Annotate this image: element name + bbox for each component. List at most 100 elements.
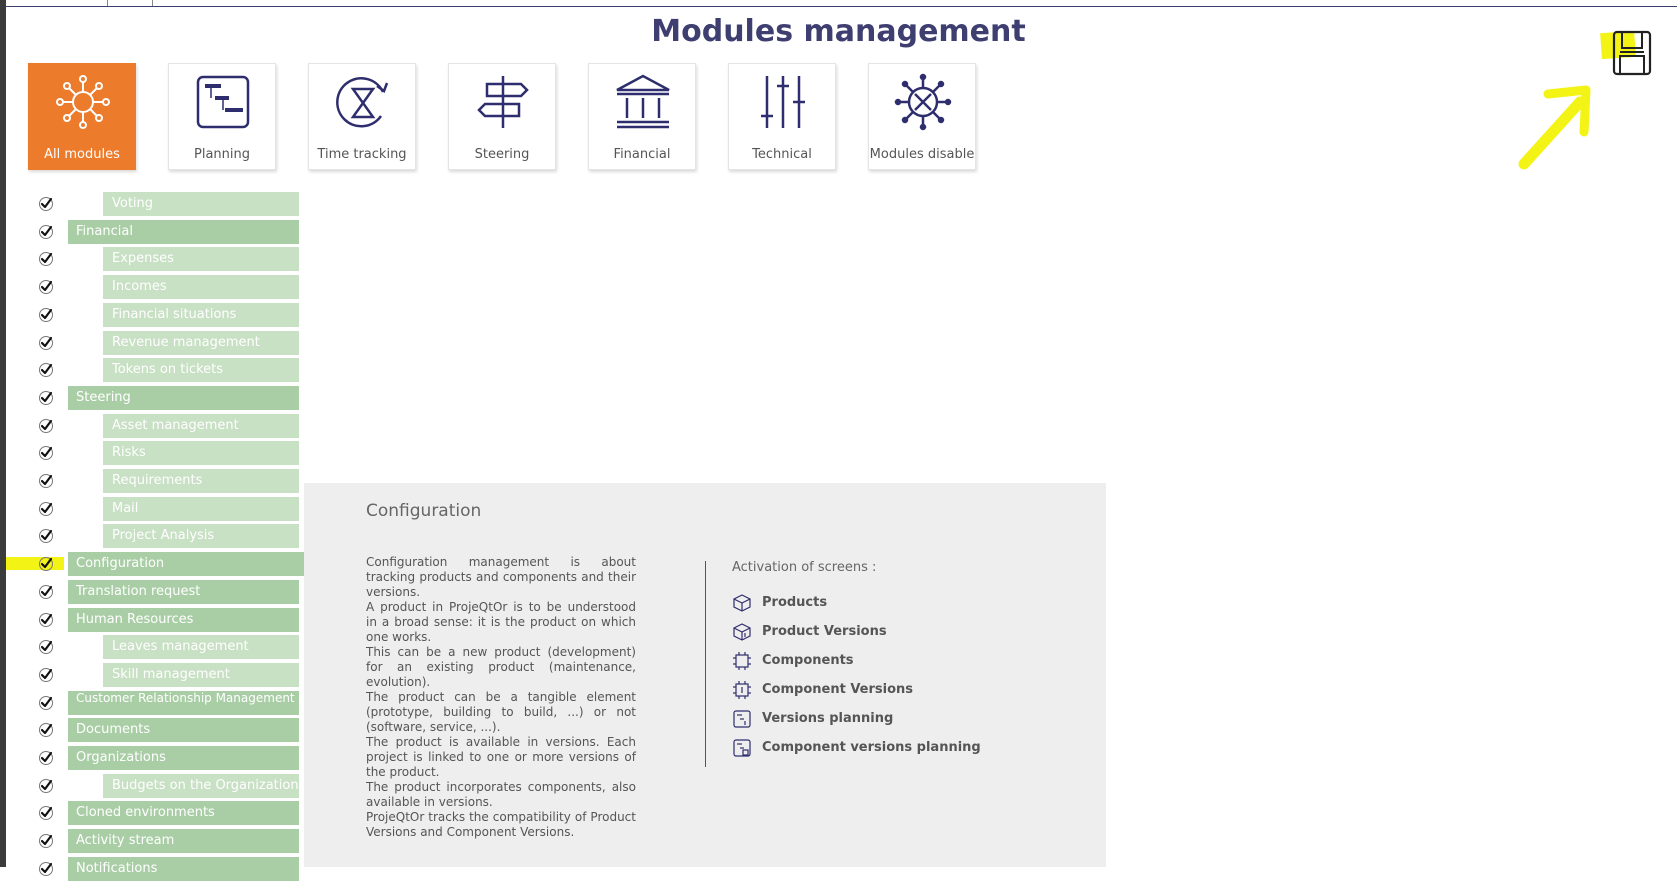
module-toggle-customer-relationship-management[interactable]: Customer Relationship Management xyxy=(68,691,299,715)
module-toggle-requirements[interactable]: Requirements xyxy=(103,469,299,493)
module-toggle-steering[interactable]: Steering xyxy=(68,386,299,410)
module-toggle-financial-situations[interactable]: Financial situations xyxy=(103,303,299,327)
checkbox-checked-icon[interactable] xyxy=(38,196,54,212)
tile-financial[interactable]: Financial xyxy=(588,63,696,170)
checkbox-checked-icon[interactable] xyxy=(38,335,54,351)
checkbox-checked-icon[interactable] xyxy=(38,667,54,683)
checkbox-checked-icon[interactable] xyxy=(38,722,54,738)
module-toggle-revenue-management[interactable]: Revenue management xyxy=(103,331,299,355)
tile-label: Planning xyxy=(194,147,250,162)
disabled-wheel-icon xyxy=(894,73,952,131)
tile-label: Steering xyxy=(474,147,530,162)
module-toggle-tokens-on-tickets[interactable]: Tokens on tickets xyxy=(103,358,299,382)
gantt-icon xyxy=(196,75,250,129)
tile-label: All modules xyxy=(44,147,120,162)
screen-label: Component versions planning xyxy=(762,740,981,755)
screens-title: Activation of screens : xyxy=(732,560,877,575)
floppy-disk-icon[interactable] xyxy=(1612,30,1652,76)
module-detail-panel: Configuration Configuration management i… xyxy=(304,483,1106,867)
module-toggle-expenses[interactable]: Expenses xyxy=(103,247,299,271)
screen-label: Product Versions xyxy=(762,624,887,639)
checkbox-checked-icon[interactable] xyxy=(38,473,54,489)
checkbox-checked-icon[interactable] xyxy=(38,501,54,517)
network-gear-icon xyxy=(56,75,110,129)
checkbox-checked-icon[interactable] xyxy=(38,362,54,378)
cube-icon xyxy=(733,594,751,612)
checkbox-checked-icon[interactable] xyxy=(38,639,54,655)
checkbox-checked-icon[interactable] xyxy=(38,750,54,766)
tile-label: Modules disable xyxy=(869,147,975,162)
screen-label: Versions planning xyxy=(762,711,894,726)
checkbox-checked-icon[interactable] xyxy=(38,445,54,461)
tile-planning[interactable]: Planning xyxy=(168,63,276,170)
tile-label: Time tracking xyxy=(317,147,407,162)
screen-label: Component Versions xyxy=(762,682,914,697)
checkbox-checked-icon[interactable] xyxy=(38,861,54,877)
checkbox-checked-icon[interactable] xyxy=(38,528,54,544)
module-toggle-asset-management[interactable]: Asset management xyxy=(103,414,299,438)
description-paragraph: Configuration management is about tracki… xyxy=(366,555,636,599)
cube-version-icon xyxy=(733,623,751,641)
window-edge xyxy=(0,0,6,867)
module-toggle-organizations[interactable]: Organizations xyxy=(68,746,299,770)
module-toggle-translation-request[interactable]: Translation request xyxy=(68,580,299,604)
description-paragraph: The product can be a tangible element (p… xyxy=(366,690,636,734)
module-toggle-risks[interactable]: Risks xyxy=(103,441,299,465)
detail-title: Configuration xyxy=(366,501,482,521)
checkbox-checked-icon[interactable] xyxy=(38,224,54,240)
module-toggle-budgets-on-the-organizations[interactable]: Budgets on the Organizations xyxy=(103,774,299,798)
module-toggle-cloned-environments[interactable]: Cloned environments xyxy=(68,801,299,825)
checkbox-checked-icon[interactable] xyxy=(38,833,54,849)
top-border xyxy=(6,6,1677,7)
module-toggle-notifications[interactable]: Notifications xyxy=(68,857,299,881)
description-paragraph: ProjeQtOr tracks the compatibility of Pr… xyxy=(366,810,636,839)
description-paragraph: A product in ProjeQtOr is to be understo… xyxy=(366,600,636,644)
checkbox-checked-icon[interactable] xyxy=(38,418,54,434)
vertical-divider xyxy=(705,561,706,767)
hourglass-icon xyxy=(336,77,389,128)
module-toggle-incomes[interactable]: Incomes xyxy=(103,275,299,299)
description-paragraph: This can be a new product (development) … xyxy=(366,645,636,689)
tile-label: Technical xyxy=(752,147,812,162)
tile-time-tracking[interactable]: Time tracking xyxy=(308,63,416,170)
description-paragraph: The product is available in versions. Ea… xyxy=(366,735,636,779)
checkbox-checked-icon[interactable] xyxy=(38,695,54,711)
checkbox-checked-icon[interactable] xyxy=(38,279,54,295)
chip-version-icon xyxy=(733,681,751,699)
chip-icon xyxy=(733,652,751,670)
module-toggle-skill-management[interactable]: Skill management xyxy=(103,663,299,687)
module-toggle-leaves-management[interactable]: Leaves management xyxy=(103,635,299,659)
module-toggle-human-resources[interactable]: Human Resources xyxy=(68,608,299,632)
top-divider xyxy=(107,0,108,6)
tile-label: Financial xyxy=(613,147,671,162)
checkbox-checked-icon[interactable] xyxy=(38,584,54,600)
sliders-icon xyxy=(761,76,805,128)
checkbox-checked-icon[interactable] xyxy=(38,805,54,821)
checkbox-checked-icon[interactable] xyxy=(38,307,54,323)
gantt-version-icon xyxy=(733,710,751,728)
module-toggle-mail[interactable]: Mail xyxy=(103,497,299,521)
module-toggle-activity-stream[interactable]: Activity stream xyxy=(68,829,299,853)
tile-steering[interactable]: Steering xyxy=(448,63,556,170)
checkbox-checked-icon[interactable] xyxy=(38,778,54,794)
screen-label: Components xyxy=(762,653,854,668)
gantt-component-icon xyxy=(733,739,751,757)
module-toggle-configuration[interactable]: Configuration xyxy=(68,552,326,576)
checkbox-checked-icon[interactable] xyxy=(38,612,54,628)
tile-technical[interactable]: Technical xyxy=(728,63,836,170)
checkbox-checked-icon[interactable] xyxy=(38,556,54,572)
checkbox-checked-icon[interactable] xyxy=(38,251,54,267)
module-toggle-voting[interactable]: Voting xyxy=(103,192,299,216)
annotation-arrow-icon xyxy=(1518,85,1591,170)
annotation-highlight xyxy=(6,557,64,570)
screen-label: Products xyxy=(762,595,828,610)
module-toggle-project-analysis[interactable]: Project Analysis xyxy=(103,524,299,548)
detail-description: Configuration management is about tracki… xyxy=(366,555,636,840)
page-title: Modules management xyxy=(651,14,1026,49)
signpost-icon xyxy=(477,76,529,128)
module-toggle-documents[interactable]: Documents xyxy=(68,718,299,742)
tile-all-modules[interactable]: All modules xyxy=(28,63,136,170)
module-toggle-financial[interactable]: Financial xyxy=(68,220,299,244)
tile-modules-disable[interactable]: Modules disable xyxy=(868,63,976,170)
checkbox-checked-icon[interactable] xyxy=(38,390,54,406)
